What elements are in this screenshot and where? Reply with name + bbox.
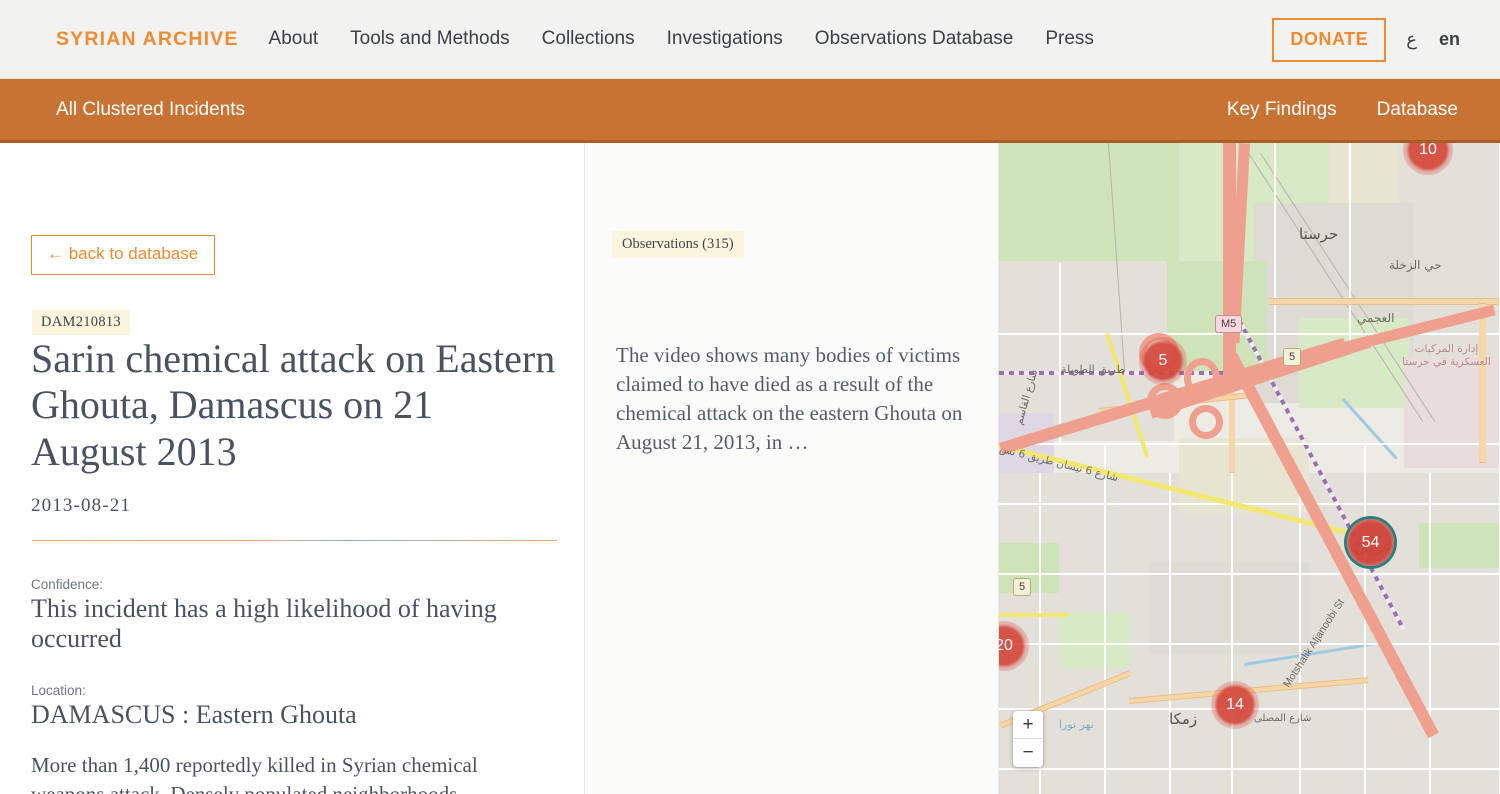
confidence-label: Confidence: xyxy=(31,577,104,592)
map-street xyxy=(1059,263,1061,443)
map-interchange-loop xyxy=(1147,383,1183,419)
site-logo[interactable]: SYRIAN ARCHIVE xyxy=(56,28,239,51)
section-header-bar: All Clustered Incidents Key Findings Dat… xyxy=(0,79,1500,143)
map-marker-cluster[interactable]: 5 xyxy=(1139,337,1187,385)
observations-panel: Observations (315) The video shows many … xyxy=(585,143,999,794)
location-label: Location: xyxy=(31,683,86,698)
section-nav-links: Key Findings Database xyxy=(1187,99,1458,121)
map-road-shield-m5: M5 xyxy=(1215,315,1243,333)
map-street xyxy=(999,768,1499,770)
incident-detail-panel: ← back to database DAM210813 Sarin chemi… xyxy=(0,143,585,794)
nav-right-group: DONATE ع en xyxy=(1272,0,1460,79)
section-link-key-findings[interactable]: Key Findings xyxy=(1227,99,1337,121)
map-street xyxy=(999,573,1499,575)
map-greenspace xyxy=(1059,613,1129,668)
map-street xyxy=(999,333,1499,335)
map-marker-count: 54 xyxy=(1361,533,1380,551)
map-road-shield: 5 xyxy=(1283,348,1302,366)
map-interchange-loop xyxy=(1184,358,1220,398)
map-street xyxy=(1104,443,1106,794)
incident-description: More than 1,400 reportedly killed in Syr… xyxy=(31,753,478,794)
map-zoom-out-button[interactable]: − xyxy=(1013,739,1043,767)
nav-item-collections[interactable]: Collections xyxy=(542,28,635,50)
observation-text: The video shows many bodies of victims c… xyxy=(616,343,963,454)
location-field: Location: DAMASCUS : Eastern Ghouta xyxy=(31,683,556,730)
map-street-label-sharea-almusalla: شارع المصلى xyxy=(1254,713,1312,724)
map-place-label-hay-alzakhla: حي الزخلة xyxy=(1389,258,1442,272)
map-marker-cluster-selected[interactable]: 54 xyxy=(1347,519,1394,566)
map-marker-count: 14 xyxy=(1226,696,1244,713)
nav-item-tools-and-methods[interactable]: Tools and Methods xyxy=(350,28,510,50)
map-river-label-nahr-tora: نهر تورا xyxy=(1059,718,1094,731)
map-street xyxy=(1169,473,1171,794)
map-street xyxy=(999,643,1499,645)
map-interchange-loop xyxy=(1189,405,1223,439)
map-greenspace xyxy=(1419,523,1499,568)
map-place-label-military-vehicles-admin: إدارة المركبات العسكرية في حرستا xyxy=(1402,343,1491,369)
incident-title: Sarin chemical attack on Eastern Ghouta,… xyxy=(31,336,556,474)
map-marker-count: 5 xyxy=(1158,352,1168,369)
incident-id-badge: DAM210813 xyxy=(32,310,130,335)
map-road-shield: 5 xyxy=(1013,578,1032,596)
section-title: All Clustered Incidents xyxy=(56,98,246,120)
map-marker-count: 10 xyxy=(1419,143,1437,158)
map-street xyxy=(1231,443,1233,794)
map-panel[interactable]: M5 5 5 حرستا حي الزخلة العجمي عربين زمكا… xyxy=(999,143,1499,794)
map-place-label-harasta: حرستا xyxy=(1299,225,1339,243)
confidence-value: This incident has a high likelihood of h… xyxy=(31,594,497,654)
observations-count-badge: Observations (315) xyxy=(612,231,744,258)
page-root: SYRIAN ARCHIVE About Tools and Methods C… xyxy=(0,0,1500,794)
back-to-database-button[interactable]: ← back to database xyxy=(31,235,216,275)
map-street xyxy=(1274,143,1276,373)
nav-item-investigations[interactable]: Investigations xyxy=(667,28,783,50)
incident-date: 2013-08-21 xyxy=(31,495,132,516)
observation-card[interactable]: The video shows many bodies of victims c… xyxy=(612,341,976,457)
map-marker-count: 20 xyxy=(999,637,1013,654)
main-nav-links: About Tools and Methods Collections Inve… xyxy=(269,28,1094,50)
map-secondary-road xyxy=(999,613,1069,617)
map-urban-area xyxy=(1149,563,1309,653)
divider xyxy=(32,540,557,541)
language-switch-english[interactable]: en xyxy=(1439,29,1460,50)
location-value: DAMASCUS : Eastern Ghouta xyxy=(31,700,357,729)
nav-item-press[interactable]: Press xyxy=(1045,28,1094,50)
map-place-label-zamalka: زمكا xyxy=(1169,710,1198,728)
map-marker-cluster[interactable]: 14 xyxy=(1211,681,1259,729)
map-street-label-tariq-altawila: طريق الطويلة xyxy=(1061,363,1126,376)
map-place-label-alajami: العجمي xyxy=(1357,311,1395,325)
language-switch-arabic[interactable]: ع xyxy=(1406,29,1417,50)
nav-item-about[interactable]: About xyxy=(269,28,319,50)
map-street xyxy=(1429,473,1431,794)
confidence-field: Confidence: This incident has a high lik… xyxy=(31,577,556,655)
map-canvas[interactable]: M5 5 5 حرستا حي الزخلة العجمي عربين زمكا… xyxy=(999,143,1499,794)
map-arterial-road xyxy=(1479,303,1486,463)
map-zoom-in-button[interactable]: + xyxy=(1013,711,1043,739)
section-link-database[interactable]: Database xyxy=(1377,99,1458,121)
map-street xyxy=(999,443,1499,445)
map-street xyxy=(1349,143,1351,343)
nav-item-observations-database[interactable]: Observations Database xyxy=(815,28,1014,50)
map-zoom-controls[interactable]: + − xyxy=(1013,711,1043,767)
donate-button[interactable]: DONATE xyxy=(1272,17,1387,62)
content-columns: ← back to database DAM210813 Sarin chemi… xyxy=(0,143,1500,794)
top-navigation-bar: SYRIAN ARCHIVE About Tools and Methods C… xyxy=(0,0,1500,79)
map-arterial-road xyxy=(1269,298,1499,305)
